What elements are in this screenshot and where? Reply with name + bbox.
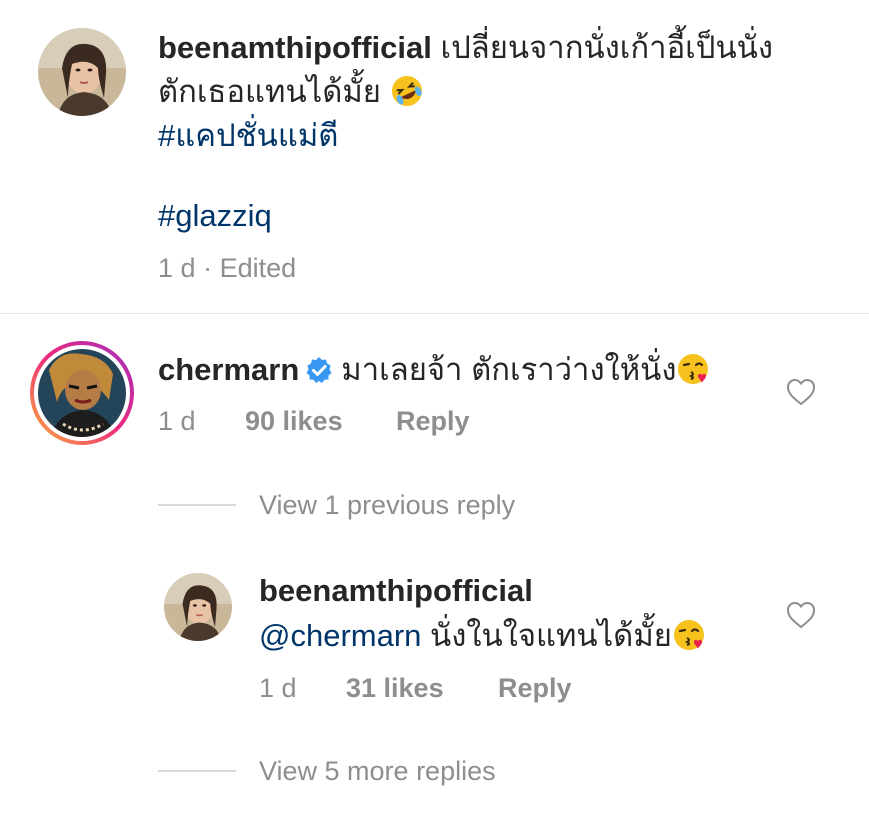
- heart-icon[interactable]: [786, 601, 816, 629]
- heart-icon[interactable]: [786, 378, 816, 406]
- comment-body-line2: ตักเธอแทนได้มั้ย: [158, 70, 424, 114]
- comment-text: มาเลยจ้า ตักเราว่างให้นั่ง: [341, 352, 677, 387]
- reply-body: @chermarn นั่งในใจแทนได้มั้ย: [259, 614, 706, 658]
- likes-count[interactable]: 90 likes: [245, 404, 343, 438]
- comment-meta: 1 d · Edited: [158, 251, 296, 285]
- rolling-on-floor-laughing-emoji: [390, 74, 424, 108]
- verified-badge-icon: [305, 352, 333, 383]
- comment-time: 1 d: [158, 406, 196, 436]
- reply-actions: 1 d: [259, 671, 297, 705]
- comment-actions: 1 d: [158, 404, 196, 438]
- mention-link[interactable]: @chermarn: [259, 618, 421, 653]
- reply-button[interactable]: Reply: [396, 404, 470, 438]
- view-replies-line: [158, 504, 236, 506]
- view-previous-replies-button[interactable]: View 1 previous reply: [259, 488, 515, 522]
- avatar[interactable]: [164, 573, 232, 641]
- view-replies-line: [158, 770, 236, 772]
- edited-label: Edited: [219, 253, 297, 283]
- reply-time: 1 d: [259, 673, 297, 703]
- view-more-replies-button[interactable]: View 5 more replies: [259, 754, 496, 788]
- comment-text: เปลี่ยนจากนั่งเก้าอี้เป็นนั่ง: [440, 30, 773, 65]
- comment-username[interactable]: chermarn: [158, 352, 299, 387]
- avatar-with-story-ring[interactable]: [29, 340, 135, 446]
- comment-body-line1: beenamthipofficial เปลี่ยนจากนั่งเก้าอี้…: [158, 26, 773, 70]
- reply-username[interactable]: beenamthipofficial: [259, 573, 533, 608]
- reply-label: Reply: [498, 673, 572, 703]
- likes-count-label: 90 likes: [245, 406, 343, 436]
- hashtag-link[interactable]: #แคปชั่นแม่ตี: [158, 114, 338, 158]
- reply-text: นั่งในใจแทนได้มั้ย: [430, 618, 672, 653]
- comment-time: 1 d: [158, 253, 196, 283]
- comment-text: ตักเธอแทนได้มั้ย: [158, 74, 381, 109]
- likes-count-label: 31 likes: [346, 673, 444, 703]
- hashtag-link[interactable]: #glazziq: [158, 194, 272, 238]
- comment-body: chermarn มาเลยจ้า ตักเราว่างให้นั่ง: [158, 348, 710, 392]
- divider: [0, 313, 869, 314]
- reply-button[interactable]: Reply: [498, 671, 572, 705]
- reply-label: Reply: [396, 406, 470, 436]
- avatar[interactable]: [38, 28, 126, 116]
- face-blowing-kiss-emoji: [672, 618, 706, 652]
- comment-username[interactable]: beenamthipofficial: [158, 30, 432, 65]
- meta-separator: ·: [203, 253, 213, 283]
- reply-username-line: beenamthipofficial: [259, 569, 533, 613]
- likes-count[interactable]: 31 likes: [346, 671, 444, 705]
- face-blowing-kiss-emoji: [676, 352, 710, 386]
